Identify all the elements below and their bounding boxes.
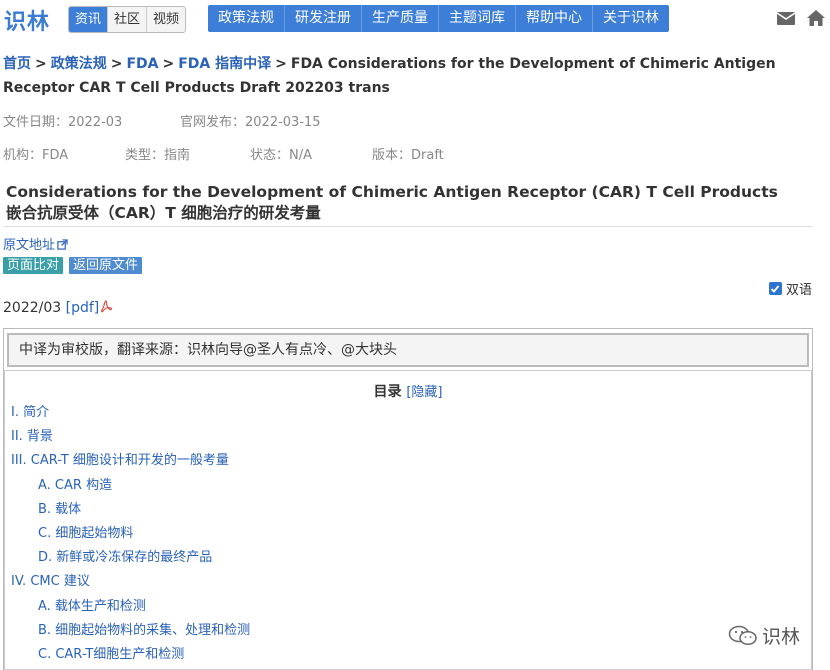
check-icon <box>771 284 780 293</box>
compare-button[interactable]: 页面比对 <box>3 257 64 274</box>
breadcrumb-separator: > <box>275 56 287 72</box>
breadcrumb-separator: > <box>162 56 175 72</box>
subtab-video[interactable]: 视频 <box>147 7 186 32</box>
toc-item[interactable]: A. 载体生产和检测 <box>5 595 811 619</box>
pdf-link[interactable]: [pdf] <box>66 300 100 316</box>
site-logo[interactable]: 识林 <box>4 4 50 36</box>
agency: 机构：FDA <box>3 148 69 163</box>
nav-rnd[interactable]: 研发注册 <box>285 5 362 32</box>
top-bar: 识林 资讯 社区 视频 政策法规 研发注册 生产质量 主题词库 帮助中心 关于识… <box>0 0 830 38</box>
meta-row-dates: 文件日期：2022-03 官网发布：2022-03-15 <box>3 111 321 130</box>
doc-type: 类型：指南 <box>125 148 191 163</box>
home-icon[interactable] <box>806 8 826 28</box>
top-icons <box>776 8 826 28</box>
nav-quality[interactable]: 生产质量 <box>362 5 439 32</box>
external-link-icon <box>57 239 68 250</box>
translation-note: 中译为审校版，翻译来源：识林向导@圣人有点冷、@大块头 <box>7 333 809 367</box>
toc-item[interactable]: I. 简介 <box>5 401 811 425</box>
breadcrumb-separator: > <box>110 56 123 72</box>
breadcrumb-fda-guidance[interactable]: FDA 指南中译 <box>178 56 271 72</box>
title-chinese: 嵌合抗原受体（CAR）T 细胞治疗的研发考量 <box>6 204 321 222</box>
bilingual-checkbox[interactable] <box>768 282 782 295</box>
date-line: 2022/03 [pdf] <box>3 300 113 316</box>
toc-item[interactable]: A. CAR 构造 <box>5 474 811 498</box>
toc-header: 目录 [隐藏] <box>5 381 811 401</box>
wechat-icon <box>728 625 757 645</box>
toc-item[interactable]: C. CAR-T细胞生产和检测 <box>5 643 811 667</box>
breadcrumb-separator: > <box>35 56 47 72</box>
publish-date: 官网发布：2022-03-15 <box>180 115 321 130</box>
original-link[interactable]: 原文地址 <box>3 238 68 253</box>
doc-version: 版本：Draft <box>372 148 444 163</box>
pdf-icon[interactable] <box>100 300 113 314</box>
subtab-community[interactable]: 社区 <box>108 7 148 32</box>
title-english: Considerations for the Development of Ch… <box>6 183 778 201</box>
toc-item[interactable]: C. 细胞起始物料 <box>5 522 811 546</box>
document-date: 2022/03 <box>3 300 62 316</box>
toc-hide-toggle[interactable]: [隐藏] <box>406 385 442 400</box>
toc-item[interactable]: B. 载体 <box>5 498 811 522</box>
action-buttons: 页面比对 返回原文件 <box>3 257 143 274</box>
breadcrumb-home[interactable]: 首页 <box>3 56 31 72</box>
bilingual-label: 双语 <box>785 283 812 298</box>
nav-policy[interactable]: 政策法规 <box>208 5 285 32</box>
back-to-original-button[interactable]: 返回原文件 <box>69 257 143 274</box>
nav-topics[interactable]: 主题词库 <box>439 5 516 32</box>
doc-status: 状态：N/A <box>250 148 312 163</box>
toc-item[interactable]: III. CAR-T 细胞设计和开发的一般考量 <box>5 449 811 473</box>
watermark: 识林 <box>728 622 800 649</box>
document-title: Considerations for the Development of Ch… <box>6 182 778 224</box>
nav-help[interactable]: 帮助中心 <box>516 5 593 32</box>
original-link-label: 原文地址 <box>3 238 56 253</box>
nav-about[interactable]: 关于识林 <box>593 5 669 32</box>
toc-item[interactable]: B. 细胞起始物料的采集、处理和检测 <box>5 619 811 643</box>
bilingual-toggle[interactable]: 双语 <box>768 279 812 298</box>
meta-row-info: 机构：FDA 类型：指南 状态：N/A 版本：Draft <box>3 144 444 163</box>
toc-item[interactable]: IV. CMC 建议 <box>5 570 811 594</box>
breadcrumb-policy[interactable]: 政策法规 <box>51 56 107 72</box>
divider <box>3 226 813 227</box>
table-of-contents: 目录 [隐藏] I. 简介 II. 背景 III. CAR-T 细胞设计和开发的… <box>4 370 812 670</box>
mail-icon[interactable] <box>776 8 796 28</box>
file-date: 文件日期：2022-03 <box>3 115 123 130</box>
toc-list: I. 简介 II. 背景 III. CAR-T 细胞设计和开发的一般考量 A. … <box>5 401 811 667</box>
toc-item[interactable]: II. 背景 <box>5 425 811 449</box>
sub-tabs: 资讯 社区 视频 <box>68 6 187 33</box>
original-link-row: 原文地址 <box>3 234 68 253</box>
subtab-news[interactable]: 资讯 <box>69 7 109 32</box>
toc-item[interactable]: D. 新鲜或冷冻保存的最终产品 <box>5 546 811 570</box>
breadcrumb: 首页 > 政策法规 > FDA > FDA 指南中译 > FDA Considerations … <box>3 52 803 100</box>
main-nav: 政策法规 研发注册 生产质量 主题词库 帮助中心 关于识林 <box>208 5 669 32</box>
breadcrumb-fda[interactable]: FDA <box>126 56 158 72</box>
watermark-text: 识林 <box>762 626 801 648</box>
toc-title: 目录 <box>373 384 402 400</box>
